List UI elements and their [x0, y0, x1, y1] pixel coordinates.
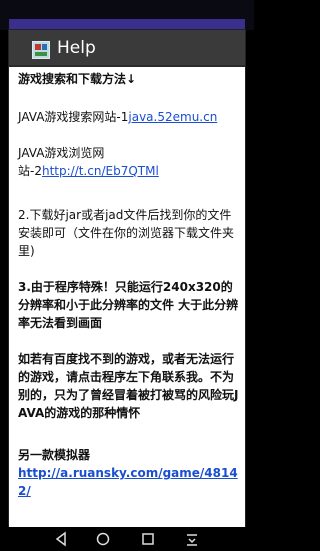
status-bar-area — [0, 0, 254, 30]
dialog-titlebar: Help — [9, 30, 245, 67]
dialog-title: Help — [57, 38, 96, 58]
site-2-line-2: 站-2http://t.cn/Eb7QTMl — [18, 162, 159, 180]
back-icon[interactable] — [53, 531, 69, 547]
site-1-label: JAVA游戏搜索网站-1 — [18, 110, 129, 124]
system-nav-bar — [0, 527, 254, 551]
recents-icon[interactable] — [140, 531, 156, 547]
help-dialog: Help 游戏搜索和下载方法↓ JAVA游戏搜索网站-1java.52emu.c… — [9, 30, 245, 527]
site-2-label: 站-2 — [18, 164, 42, 178]
site-1-line: JAVA游戏搜索网站-1java.52emu.cn — [18, 108, 217, 126]
other-emulator-heading: 另一款模拟器 — [18, 448, 91, 462]
site-2-link[interactable]: http://t.cn/Eb7QTMl — [42, 164, 159, 178]
site-1-link[interactable]: java.52emu.cn — [128, 110, 217, 124]
site-2-line-1: JAVA游戏浏览网 — [18, 146, 105, 160]
home-icon[interactable] — [95, 531, 111, 547]
menu-down-icon[interactable] — [184, 531, 200, 547]
game-app-icon — [32, 41, 50, 59]
other-emulator-link[interactable]: http://a.ruansky.com/game/48142/ — [18, 464, 242, 500]
download-heading: 游戏搜索和下载方法↓ — [18, 72, 137, 86]
step-3-text: 3.由于程序特殊！只能运行240x320的分辨率和小于此分辨率的文件 大于此分辨… — [18, 280, 239, 330]
contact-note: 如若有百度找不到的游戏，或者无法运行的游戏，请点击程序左下角联系我。不为别的，只… — [18, 352, 239, 420]
app-header-strip — [9, 19, 245, 30]
step-2-text: 2.下载好jar或者jad文件后找到你的文件安装即可（文件在你的浏览器下载文件夹… — [18, 208, 235, 258]
